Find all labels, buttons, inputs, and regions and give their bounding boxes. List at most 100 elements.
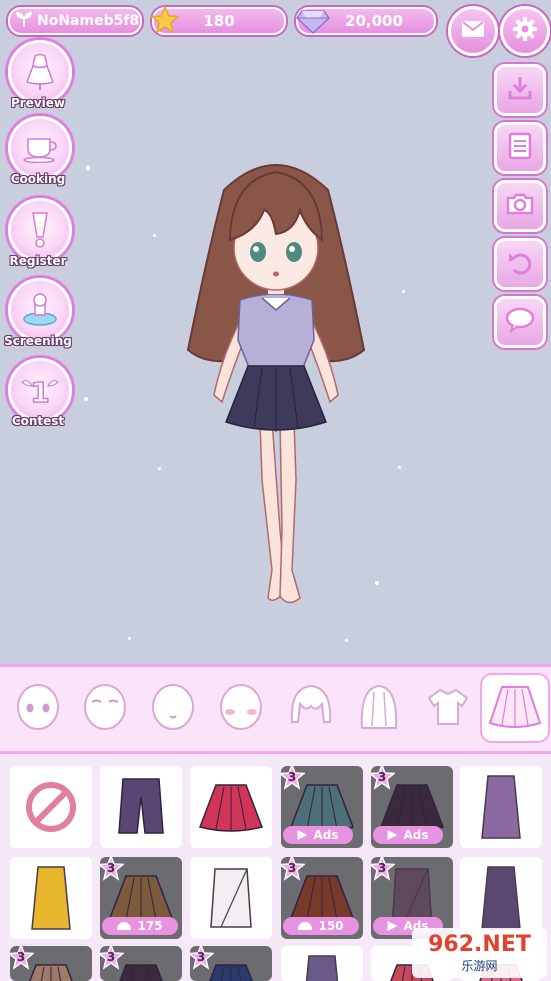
garment-icon <box>190 857 272 939</box>
stamp-icon <box>8 278 72 342</box>
face-blush-icon <box>218 682 264 736</box>
svg-text:1: 1 <box>30 376 49 408</box>
category-tops[interactable] <box>422 683 474 735</box>
screening-button[interactable]: Screening <box>4 278 74 360</box>
category-back-hair[interactable] <box>353 683 405 735</box>
item-card[interactable] <box>10 857 92 939</box>
ads-label: Ads <box>313 828 339 842</box>
download-button[interactable] <box>494 64 546 116</box>
price-value: 175 <box>137 919 163 933</box>
item-card[interactable] <box>190 766 272 848</box>
item-card[interactable]: 3 <box>10 946 92 981</box>
stars-value: 180 <box>203 12 235 30</box>
face-eyes-icon <box>15 682 61 736</box>
remove-item-card[interactable] <box>10 766 92 848</box>
garment-icon <box>10 857 92 939</box>
item-card[interactable] <box>190 857 272 939</box>
item-card[interactable] <box>100 766 182 848</box>
sparkle <box>398 466 401 469</box>
undo-button[interactable] <box>494 238 546 290</box>
skirt-icon <box>486 681 544 735</box>
register-button[interactable]: Register <box>4 198 74 280</box>
gear-icon <box>512 16 538 46</box>
garment-icon <box>460 857 542 939</box>
gems-value: 20,000 <box>345 12 403 30</box>
username-pill[interactable]: NoNameb5f8 <box>8 7 142 35</box>
download-icon <box>506 74 534 106</box>
speech-bubble-icon <box>505 307 535 337</box>
category-skirts[interactable] <box>482 675 548 741</box>
preview-button[interactable]: Preview <box>4 40 74 122</box>
level-value: 3 <box>377 861 387 875</box>
watermark-brand: 962.NET <box>428 932 531 957</box>
category-blush[interactable] <box>215 683 267 735</box>
item-card[interactable]: 3 Ads <box>281 766 363 848</box>
price-tag[interactable]: 150 <box>283 917 359 935</box>
shirt-icon <box>425 684 471 734</box>
level-value: 3 <box>16 950 26 964</box>
winged-one-badge-icon: 1 <box>8 358 72 422</box>
dress-form-icon <box>8 40 72 104</box>
back-hair-icon <box>356 682 402 736</box>
play-icon <box>297 830 308 840</box>
ads-tag[interactable]: Ads <box>373 826 443 844</box>
level-badge: 3 <box>371 766 395 790</box>
camera-icon <box>505 192 535 220</box>
sparkle <box>128 637 131 640</box>
face-mouth-icon <box>150 682 196 736</box>
document-button[interactable] <box>494 122 546 174</box>
cooking-button[interactable]: Cooking <box>4 116 74 198</box>
level-value: 3 <box>287 861 297 875</box>
level-value: 3 <box>377 770 387 784</box>
item-card[interactable]: 3 150 <box>281 857 363 939</box>
item-card[interactable] <box>460 766 542 848</box>
sparkle <box>402 290 405 293</box>
item-card[interactable]: 3 175 <box>100 857 182 939</box>
character-avatar[interactable] <box>176 150 376 610</box>
stars-counter[interactable]: 180 <box>150 5 286 35</box>
screening-label: Screening <box>4 334 72 348</box>
undo-icon <box>506 248 534 280</box>
register-label: Register <box>9 254 67 268</box>
garment-icon <box>100 766 182 848</box>
level-badge: 3 <box>100 946 124 970</box>
mail-button[interactable] <box>448 6 498 56</box>
ads-label: Ads <box>403 828 429 842</box>
price-tag[interactable]: 175 <box>102 917 178 935</box>
fan-icon <box>117 922 132 930</box>
face-brows-icon <box>82 682 128 736</box>
star-icon <box>150 5 180 39</box>
document-icon <box>508 132 532 164</box>
category-bangs[interactable] <box>285 683 337 735</box>
contest-label: Contest <box>11 414 65 428</box>
tea-cup-icon <box>8 116 72 180</box>
sparkle <box>158 467 161 470</box>
gems-counter[interactable]: 20,000 <box>296 7 436 35</box>
item-card[interactable] <box>460 857 542 939</box>
site-watermark: 962.NET 乐游网 <box>412 928 547 978</box>
garment-icon <box>281 946 363 981</box>
ads-tag[interactable]: Ads <box>283 826 353 844</box>
level-badge: 3 <box>100 857 124 881</box>
item-card[interactable]: 3 Ads <box>371 766 453 848</box>
sprout-icon <box>14 10 34 32</box>
no-entry-icon <box>10 766 92 848</box>
item-card[interactable]: 3 <box>190 946 272 981</box>
level-badge: 3 <box>281 857 305 881</box>
camera-button[interactable] <box>494 180 546 232</box>
category-mouth[interactable] <box>147 683 199 735</box>
level-badge: 3 <box>190 946 214 970</box>
contest-button[interactable]: 1 Contest <box>4 358 74 440</box>
cooking-label: Cooking <box>10 172 66 186</box>
username: NoNameb5f8 <box>37 13 140 29</box>
item-card[interactable]: 3 Ads <box>371 857 453 939</box>
category-eyes[interactable] <box>12 683 64 735</box>
item-card[interactable]: 3 <box>100 946 182 981</box>
item-card[interactable] <box>281 946 363 981</box>
preview-label: Preview <box>10 96 65 110</box>
category-eyebrows[interactable] <box>79 683 131 735</box>
envelope-icon <box>461 20 485 42</box>
exclamation-icon <box>8 198 72 262</box>
settings-button[interactable] <box>500 6 550 56</box>
chat-button[interactable] <box>494 296 546 348</box>
